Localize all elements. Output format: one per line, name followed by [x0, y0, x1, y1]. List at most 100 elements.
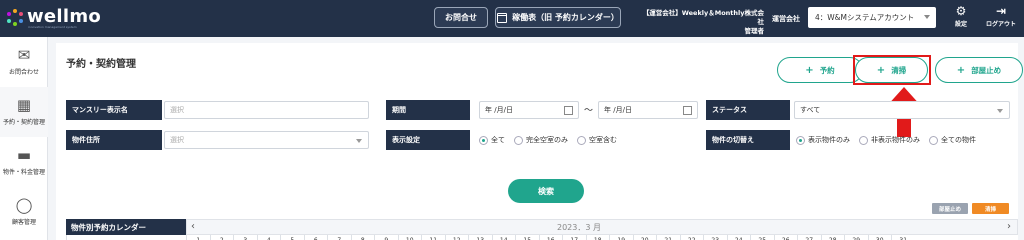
- calendar-day-cell: 17: [562, 235, 586, 240]
- search-button[interactable]: 検索: [508, 179, 584, 203]
- operator-select-value: 4：W&Mシステムアカウント: [815, 13, 915, 22]
- logout-label: ログアウト: [985, 21, 1016, 28]
- calendar-day-cell: 13: [468, 235, 492, 240]
- calendar-icon: ▦: [16, 96, 32, 114]
- display-setting-radios: 全て 完全空室のみ 空室含む: [479, 135, 626, 145]
- add-room-block-button[interactable]: + 部屋止め: [935, 57, 1023, 83]
- monthly-name-placeholder: 選択: [170, 106, 184, 114]
- add-reservation-button[interactable]: + 予約: [777, 57, 863, 83]
- calendar-days-row: 1234567891011121314151617181920212223242…: [66, 235, 1018, 240]
- calendar-day-cell: 6: [303, 235, 328, 240]
- radio-checked-icon: [479, 135, 488, 145]
- sidebar-item-label: お問合わせ: [8, 69, 39, 76]
- display-option-vacant-only[interactable]: 完全空室のみ: [514, 135, 568, 145]
- radio-icon: [514, 135, 523, 145]
- highlight-box: [853, 55, 931, 85]
- chevron-right-icon[interactable]: ›: [1007, 221, 1011, 232]
- mail-icon: ✉: [17, 46, 31, 64]
- calendar-corner-cell: [66, 235, 186, 240]
- display-option-label: 空室含む: [589, 136, 617, 144]
- period-to-value: 年 /月/日: [604, 106, 632, 114]
- period-label: 期間: [386, 100, 470, 120]
- sidebar-item-label: 顧客管理: [11, 219, 36, 226]
- address-select[interactable]: 選択: [164, 131, 369, 149]
- logo-subtext: innovation management system: [28, 25, 77, 29]
- switch-option-all[interactable]: 全ての物件: [929, 135, 976, 145]
- sidebar-item-label: 物件・料金管理: [2, 169, 45, 176]
- page-title: 予約・契約管理: [66, 59, 136, 70]
- switch-option-label: 表示物件のみ: [808, 136, 850, 144]
- calendar-day-cell: 16: [538, 235, 563, 240]
- period-from-value: 年 /月/日: [485, 106, 513, 114]
- sidebar-item-reservations[interactable]: ▦ 予約・契約管理: [0, 87, 48, 137]
- add-reservation-label: 予約: [819, 65, 835, 75]
- calendar-day-cell: 30: [867, 235, 892, 240]
- company-info: 【運営会社】Weekly＆Monthly株式会社 管理者: [638, 9, 764, 36]
- plus-icon: +: [805, 64, 814, 76]
- status-select[interactable]: すべて: [794, 101, 1010, 119]
- calendar-month: 2023．3 月: [557, 223, 601, 232]
- calendar-day-cell: 28: [820, 235, 845, 240]
- calendar-title: 物件別予約カレンダー: [66, 219, 186, 235]
- calendar-day-cell: 1: [186, 235, 210, 240]
- calendar-day-cell: 12: [444, 235, 469, 240]
- content-panel: 予約・契約管理 + 予約 + 清掃 + 部屋止め マンスリー表示名 選択 期間 …: [56, 43, 1023, 240]
- operator-label: 運営会社: [772, 15, 800, 23]
- calendar-day-cell: 29: [844, 235, 868, 240]
- settings-button[interactable]: ⚙ 設定: [942, 4, 980, 34]
- address-placeholder: 選択: [170, 136, 184, 144]
- calendar-day-cell: 25: [750, 235, 774, 240]
- calendar-day-cell: 4: [256, 235, 281, 240]
- period-from-input[interactable]: 年 /月/日: [479, 101, 579, 119]
- switch-option-label: 全ての物件: [941, 136, 976, 144]
- contact-button[interactable]: お問合せ: [434, 7, 488, 28]
- logout-button[interactable]: ⇥ ログアウト: [982, 4, 1020, 34]
- display-option-including-vacant[interactable]: 空室含む: [577, 135, 617, 145]
- chevron-down-icon: [924, 15, 930, 19]
- calendar-day-cell: 14: [491, 235, 516, 240]
- calendar-day-cell: 11: [421, 235, 445, 240]
- add-room-block-label: 部屋止め: [971, 65, 1002, 75]
- switch-option-hidden[interactable]: 非表示物件のみ: [859, 135, 920, 145]
- operator-select[interactable]: 4：W&Mシステムアカウント: [808, 7, 936, 28]
- gear-icon: ⚙: [955, 4, 967, 18]
- monthly-name-input[interactable]: 選択: [164, 101, 369, 119]
- wellmo-logo[interactable]: wellmo innovation management system: [6, 6, 101, 30]
- calendar-day-cell: 5: [280, 235, 304, 240]
- calendar-icon: [683, 106, 692, 115]
- switch-option-shown[interactable]: 表示物件のみ: [796, 135, 850, 145]
- calendar-day-cell: 23: [703, 235, 727, 240]
- chevron-down-icon: [356, 139, 362, 143]
- logout-icon: ⇥: [995, 4, 1007, 18]
- calendar-icon: [564, 106, 573, 115]
- property-switch-label: 物件の切替え: [706, 130, 790, 150]
- legend-cleaning: 清掃: [972, 203, 1009, 214]
- settings-label: 設定: [954, 21, 967, 28]
- period-to-input[interactable]: 年 /月/日: [598, 101, 698, 119]
- sidebar-item-customers[interactable]: ◯ 顧客管理: [0, 187, 48, 237]
- main-content: 予約・契約管理 + 予約 + 清掃 + 部屋止め マンスリー表示名 選択 期間 …: [48, 37, 1024, 240]
- sidebar-item-inquiries[interactable]: ✉ お問合わせ: [0, 37, 48, 87]
- sidebar-item-properties[interactable]: ▬ 物件・料金管理: [0, 137, 48, 187]
- period-separator: 〜: [584, 106, 594, 116]
- calendar-day-cell: 18: [585, 235, 610, 240]
- display-option-all[interactable]: 全て: [479, 135, 505, 145]
- calendar-month-bar: ‹ 2023．3 月 ›: [186, 219, 1018, 235]
- chevron-down-icon: [997, 109, 1003, 113]
- calendar-day-cell: 26: [773, 235, 798, 240]
- logo-dots-icon: [6, 9, 24, 27]
- calendar-day-cell: 8: [350, 235, 375, 240]
- switch-option-label: 非表示物件のみ: [871, 136, 920, 144]
- user-role: 管理者: [744, 27, 765, 35]
- plus-icon: +: [956, 64, 966, 76]
- calendar-day-cell: 3: [233, 235, 257, 240]
- calendar-day-cell: 15: [515, 235, 539, 240]
- sidebar: ✉ お問合わせ ▦ 予約・契約管理 ▬ 物件・料金管理 ◯ 顧客管理: [0, 37, 48, 240]
- status-label: ステータス: [706, 100, 790, 120]
- logo-text: wellmo: [27, 6, 102, 27]
- calendar-day-cell: 10: [397, 235, 422, 240]
- sidebar-item-label: 予約・契約管理: [2, 119, 45, 126]
- search-button-label: 検索: [538, 186, 554, 196]
- chevron-left-icon[interactable]: ‹: [191, 221, 195, 232]
- availability-calendar-button[interactable]: 稼働表（旧 予約カレンダー）: [495, 7, 621, 28]
